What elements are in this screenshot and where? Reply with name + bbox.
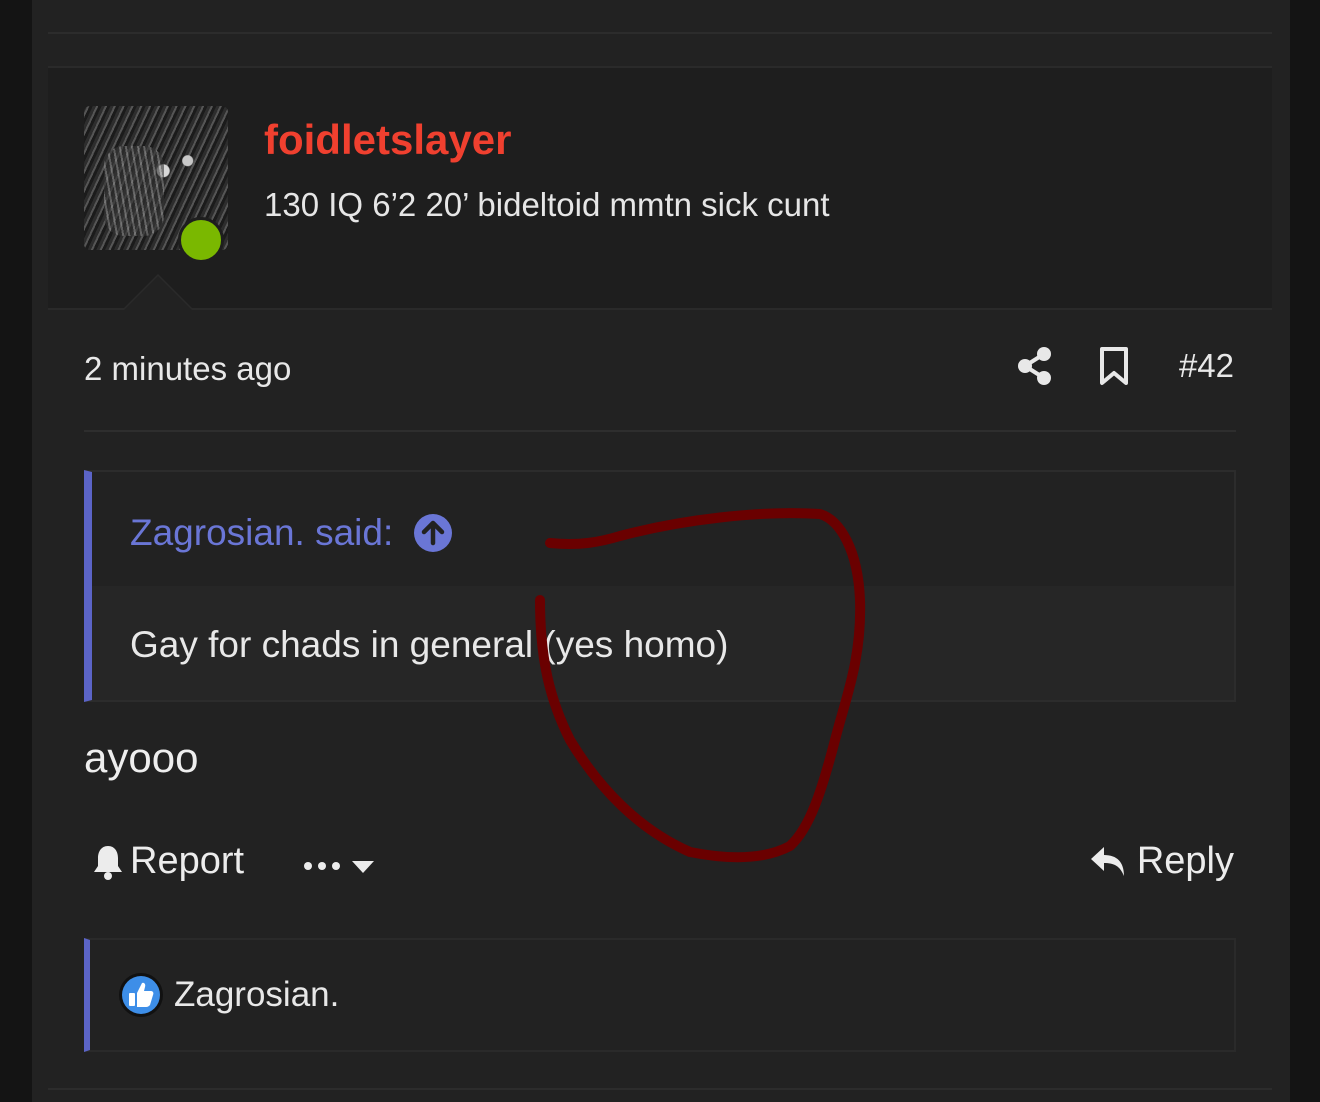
divider xyxy=(48,32,1272,34)
post-actions: #42 xyxy=(1017,344,1234,388)
reply-label[interactable]: Reply xyxy=(1137,840,1234,883)
avatar[interactable] xyxy=(84,106,230,263)
arrow-up-circle-icon[interactable] xyxy=(413,513,453,553)
ellipsis-icon xyxy=(302,848,342,884)
chevron-down-icon xyxy=(350,848,376,884)
username[interactable]: foidletslayer xyxy=(264,116,511,164)
post-user-header: foidletslayer 130 IQ 6’2 20’ bideltoid m… xyxy=(48,66,1272,310)
reply-arrow-icon xyxy=(1089,844,1127,880)
header-pointer xyxy=(124,276,192,310)
post-number-link[interactable]: #42 xyxy=(1179,347,1234,385)
reply-button[interactable]: Reply xyxy=(1089,840,1234,883)
divider xyxy=(84,430,1236,432)
online-status-indicator xyxy=(178,217,224,263)
reaction-users-link[interactable]: Zagrosian. xyxy=(174,975,339,1015)
divider xyxy=(48,1088,1272,1090)
share-icon[interactable] xyxy=(1017,344,1053,388)
quote-header: Zagrosian. said: xyxy=(92,472,1234,586)
more-options-button[interactable] xyxy=(302,848,376,884)
thread-page: foidletslayer 130 IQ 6’2 20’ bideltoid m… xyxy=(32,0,1290,1102)
post-body-text: ayooo xyxy=(84,734,199,781)
bell-icon xyxy=(92,844,124,880)
report-button[interactable]: Report xyxy=(92,840,244,883)
quote-block: Zagrosian. said: Gay for chads in genera… xyxy=(84,470,1236,702)
quote-text: Gay for chads in general (yes homo) xyxy=(130,624,729,665)
user-title: 130 IQ 6’2 20’ bideltoid mmtn sick cunt xyxy=(264,186,830,223)
post-footer: Report Reply xyxy=(84,840,1236,892)
report-label[interactable]: Report xyxy=(130,840,244,883)
thumbs-up-icon xyxy=(118,972,164,1018)
bookmark-icon[interactable] xyxy=(1099,344,1129,388)
reactions-bar[interactable]: Zagrosian. xyxy=(84,938,1236,1052)
quote-author-label[interactable]: Zagrosian. said: xyxy=(130,512,393,554)
post-timestamp[interactable]: 2 minutes ago xyxy=(84,350,291,388)
quote-author-link[interactable]: Zagrosian. said: xyxy=(130,512,453,554)
